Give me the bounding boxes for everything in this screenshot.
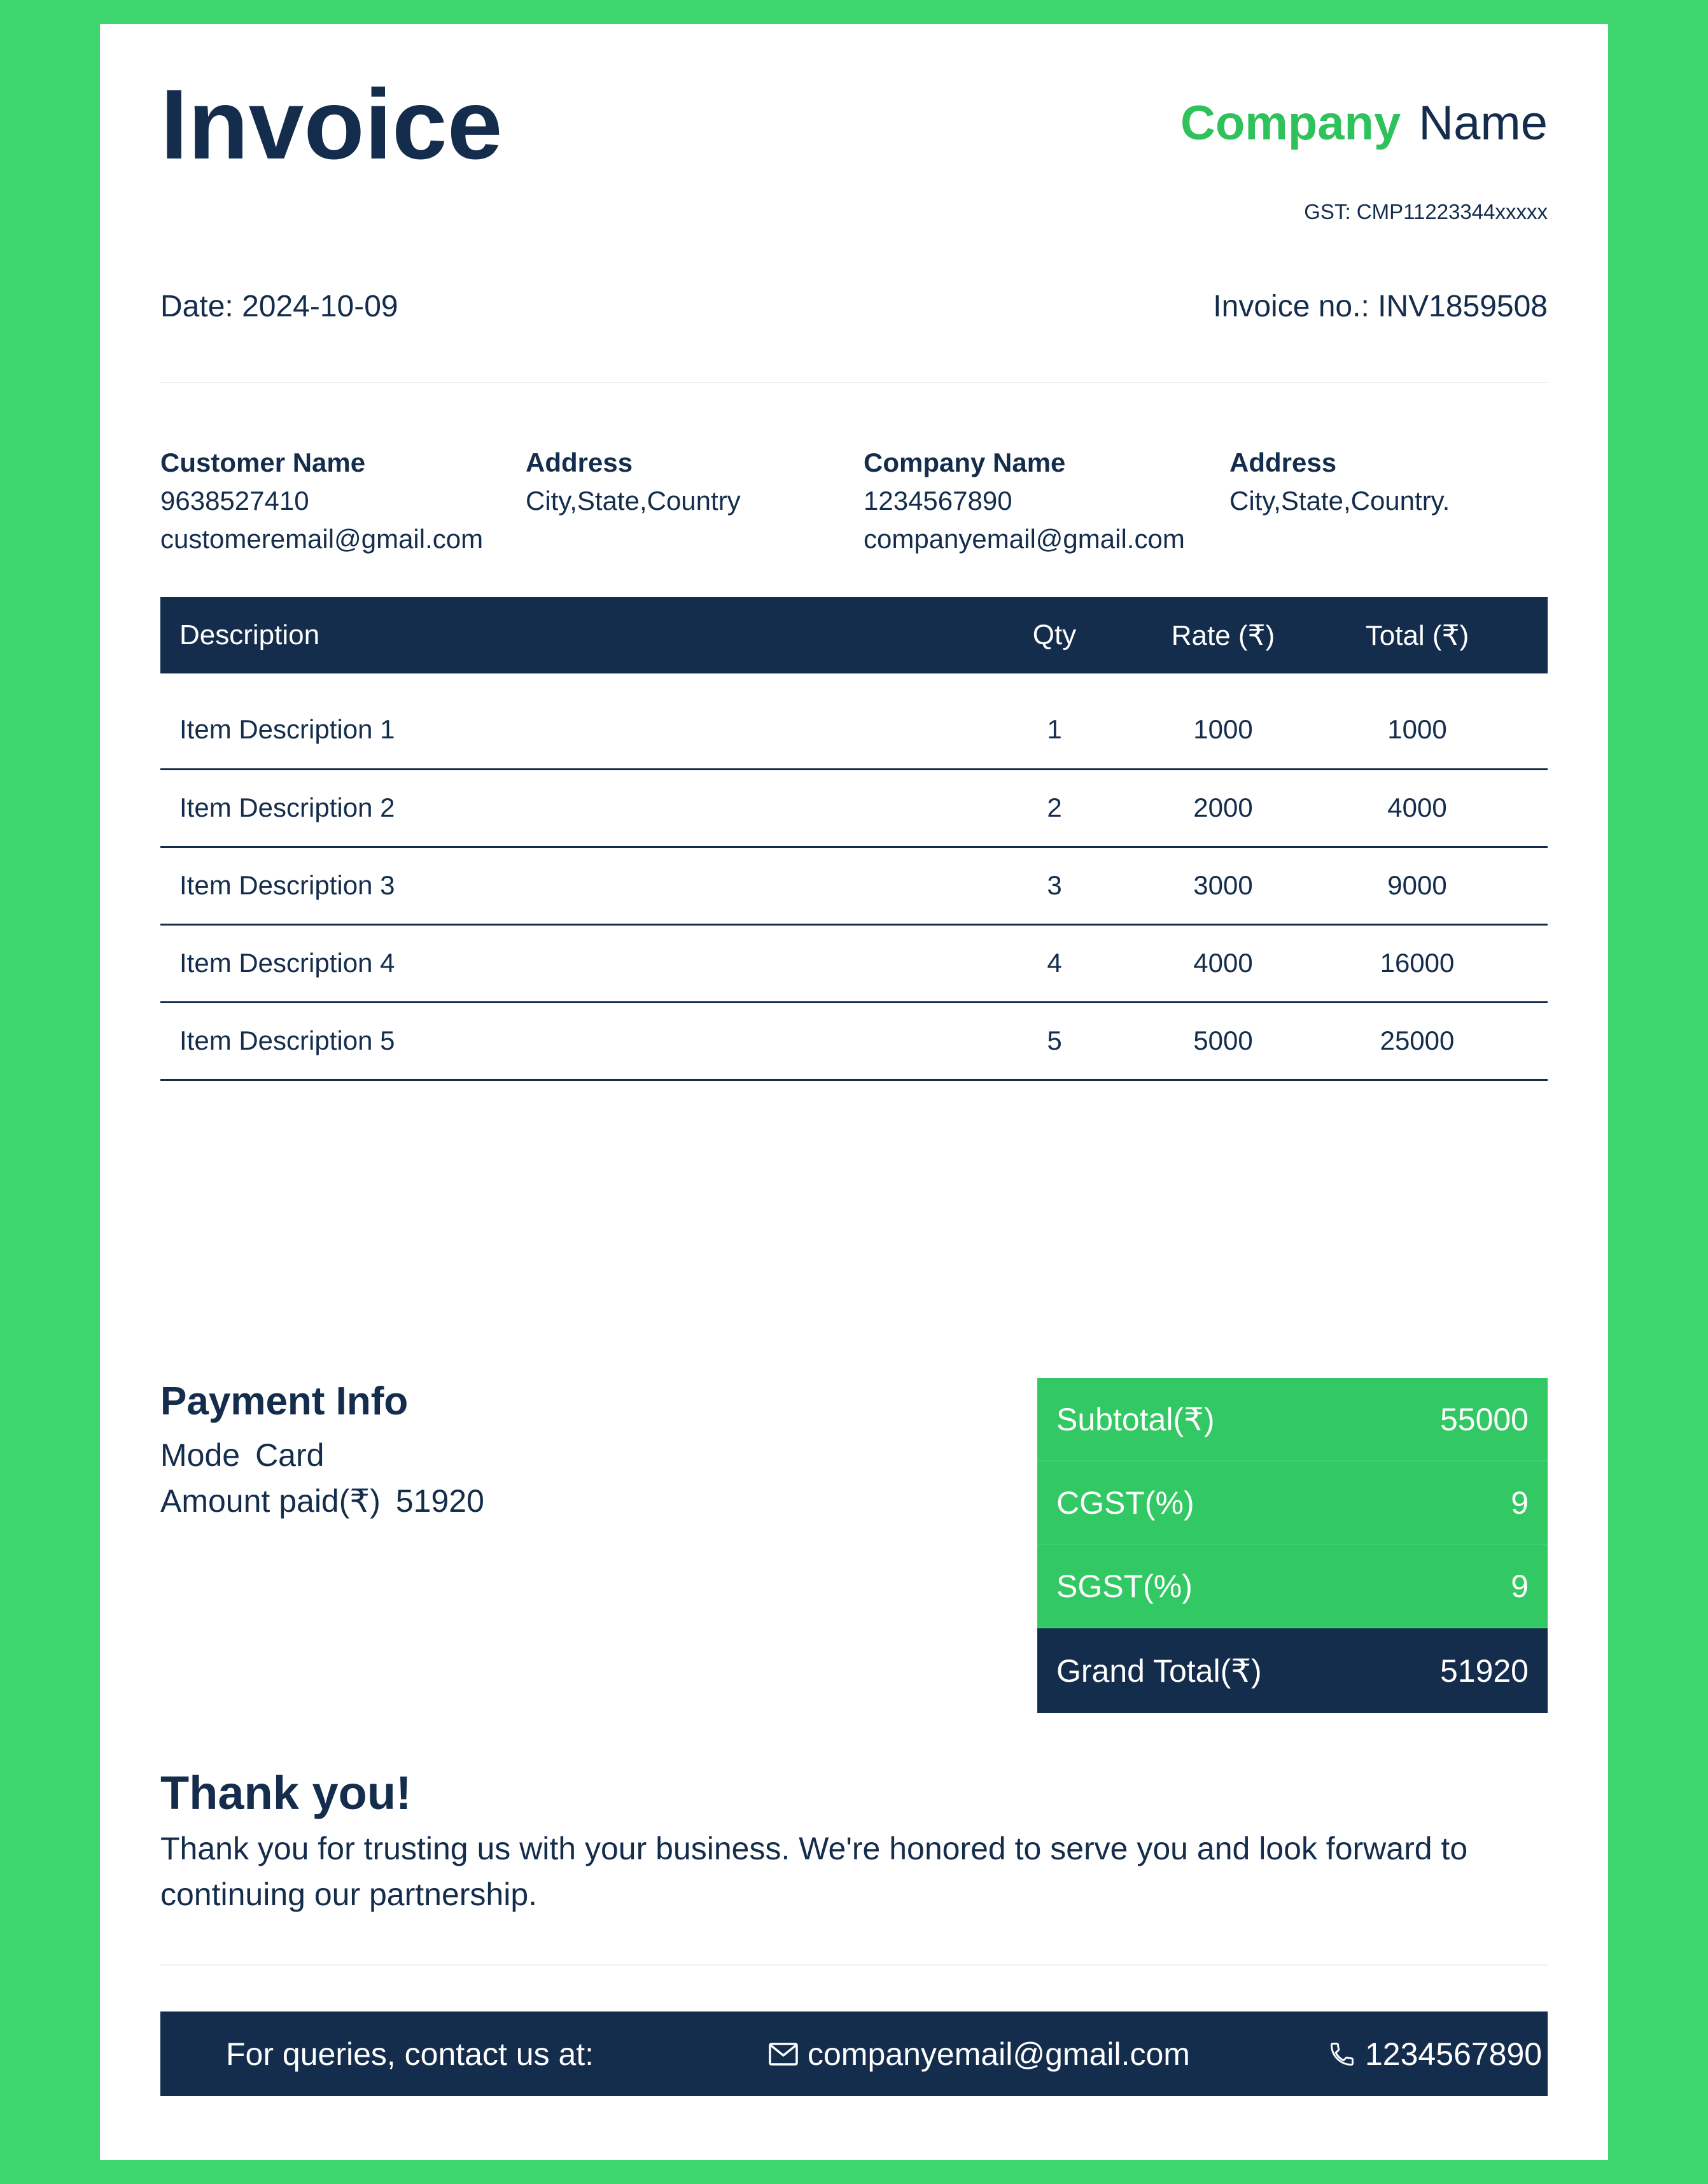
thank-you-heading: Thank you!	[160, 1766, 412, 1819]
item-total: 4000	[1387, 793, 1447, 822]
divider	[160, 1964, 1548, 1966]
item-description: Item Description 5	[179, 1025, 395, 1055]
column-header-description: Description	[179, 619, 320, 651]
table-row: Item Description 3 3 3000 9000	[160, 847, 1548, 924]
customer-address: City,State,Country	[526, 486, 741, 516]
column-header-total: Total (₹)	[1365, 619, 1469, 651]
grand-total-row: Grand Total(₹) 51920	[1037, 1628, 1548, 1713]
column-header-qty: Qty	[1032, 619, 1077, 651]
company-email: companyemail@gmail.com	[864, 524, 1185, 554]
customer-name-label: Customer Name	[160, 447, 366, 477]
item-description: Item Description 1	[179, 714, 395, 744]
item-description: Item Description 4	[179, 948, 395, 978]
customer-phone: 9638527410	[160, 486, 309, 516]
payment-mode-value: Card	[255, 1437, 325, 1473]
subtotal-label: Subtotal(₹)	[1056, 1401, 1215, 1437]
payment-mode-label: Mode	[160, 1437, 241, 1473]
item-total: 25000	[1380, 1025, 1455, 1055]
totals-box: Subtotal(₹) 55000 CGST(%) 9 SGST(%) 9 Gr…	[1037, 1378, 1548, 1713]
payment-info-heading: Payment Info	[160, 1379, 409, 1423]
item-qty: 2	[1047, 793, 1062, 822]
cgst-value: 9	[1511, 1484, 1529, 1521]
table-row: Item Description 1 1 1000 1000	[160, 673, 1548, 769]
grand-total-label: Grand Total(₹)	[1056, 1652, 1262, 1689]
customer-email: customeremail@gmail.com	[160, 524, 484, 554]
invoice-number: Invoice no.: INV1859508	[1213, 290, 1548, 323]
company-name-label: Company Name	[864, 447, 1066, 477]
sgst-value: 9	[1511, 1568, 1529, 1604]
footer-phone[interactable]: 1234567890	[1328, 2011, 1542, 2096]
item-description: Item Description 3	[179, 870, 395, 900]
item-qty: 4	[1047, 948, 1062, 978]
company-phone: 1234567890	[864, 486, 1012, 516]
item-rate: 5000	[1193, 1025, 1253, 1055]
subtotal-row: Subtotal(₹) 55000	[1037, 1378, 1548, 1462]
payment-mode: Mode Card	[160, 1439, 324, 1471]
invoice-date: Date: 2024-10-09	[160, 290, 398, 323]
phone-icon	[1328, 2040, 1356, 2068]
item-qty: 1	[1047, 714, 1062, 744]
company-address-label: Address	[1229, 447, 1337, 477]
item-total: 1000	[1387, 714, 1447, 744]
table-row: Item Description 2 2 2000 4000	[160, 769, 1548, 847]
footer-email-text: companyemail@gmail.com	[808, 2036, 1190, 2072]
divider	[160, 382, 1548, 383]
sgst-label: SGST(%)	[1056, 1568, 1193, 1604]
cgst-row: CGST(%) 9	[1037, 1462, 1548, 1545]
payment-amount: Amount paid(₹) 51920	[160, 1485, 484, 1517]
item-total: 9000	[1387, 870, 1447, 900]
item-rate: 3000	[1193, 870, 1253, 900]
sgst-row: SGST(%) 9	[1037, 1545, 1548, 1628]
column-header-rate: Rate (₹)	[1171, 619, 1275, 651]
table-row: Item Description 5 5 5000 25000	[160, 1002, 1548, 1080]
mail-icon	[768, 2041, 799, 2067]
invoice-title: Invoice	[160, 69, 503, 180]
item-description: Item Description 2	[179, 793, 395, 822]
footer-email[interactable]: companyemail@gmail.com	[768, 2011, 1190, 2096]
company-address: City,State,Country.	[1229, 486, 1450, 516]
table-header-row: Description Qty Rate (₹) Total (₹)	[160, 597, 1548, 673]
amount-paid-value: 51920	[395, 1483, 484, 1519]
item-rate: 2000	[1193, 793, 1253, 822]
subtotal-value: 55000	[1439, 1401, 1529, 1437]
item-rate: 1000	[1193, 714, 1253, 744]
customer-address-label: Address	[526, 447, 633, 477]
table-row: Item Description 4 4 4000 16000	[160, 924, 1548, 1002]
contact-footer: For queries, contact us at: companyemail…	[160, 2011, 1548, 2096]
company-brand: Company Name	[1180, 99, 1548, 148]
thank-you-text: Thank you for trusting us with your busi…	[160, 1831, 1468, 1912]
items-table: Description Qty Rate (₹) Total (₹) Item …	[160, 597, 1548, 1081]
cgst-label: CGST(%)	[1056, 1484, 1194, 1521]
grand-total-value: 51920	[1439, 1652, 1529, 1689]
footer-phone-text: 1234567890	[1365, 2036, 1543, 2072]
brand-part-1: Company	[1180, 96, 1401, 150]
footer-label: For queries, contact us at:	[226, 2036, 594, 2072]
item-qty: 5	[1047, 1025, 1062, 1055]
item-total: 16000	[1380, 948, 1455, 978]
item-qty: 3	[1047, 870, 1062, 900]
brand-part-2: Name	[1418, 96, 1548, 150]
gst-number: GST: CMP11223344xxxxx	[1304, 200, 1548, 223]
invoice-page: Invoice Company Name GST: CMP11223344xxxx…	[100, 24, 1608, 2160]
item-rate: 4000	[1193, 948, 1253, 978]
amount-paid-label: Amount paid(₹)	[160, 1483, 381, 1519]
